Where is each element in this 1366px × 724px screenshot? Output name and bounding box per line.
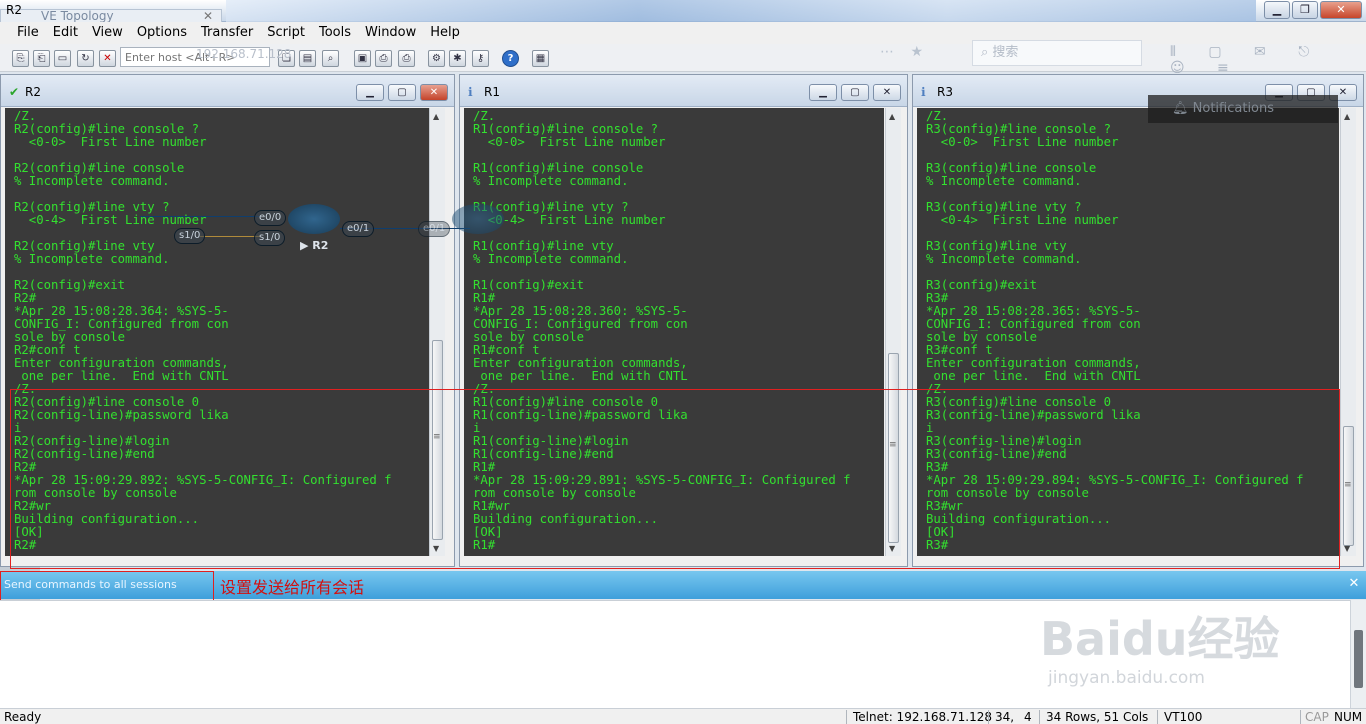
session-close-button[interactable]: ✕: [420, 84, 448, 101]
print-icon-2[interactable]: ⎙: [398, 50, 415, 67]
connect-icon[interactable]: ⎘: [12, 50, 29, 67]
menu-bar: File Edit View Options Transfer Script T…: [0, 22, 1366, 44]
menu-help[interactable]: Help: [423, 22, 467, 44]
ghost-router-icon: [452, 204, 504, 234]
ghost-port-label: e0/1: [342, 221, 375, 237]
menu-transfer[interactable]: Transfer: [194, 22, 260, 44]
close-button[interactable]: ✕: [1320, 1, 1362, 19]
ghost-browser-tools: ⫴ ▢ ✉ ⎋ ☺ ≡: [1170, 44, 1324, 76]
sftp-icon[interactable]: ▦: [532, 50, 549, 67]
status-separator: [1039, 710, 1040, 724]
session-title: R3: [937, 85, 953, 99]
status-size: 34 Rows, 51 Cols: [1046, 710, 1149, 724]
scroll-up-icon[interactable]: ▲: [433, 112, 439, 121]
session-minimize-button[interactable]: ▁: [356, 84, 384, 101]
menu-script[interactable]: Script: [260, 22, 312, 44]
scroll-up-icon[interactable]: ▲: [889, 112, 895, 121]
find-icon[interactable]: ⌕: [322, 50, 339, 67]
ghost-port-label: e0/0: [254, 210, 287, 226]
session-title: R1: [484, 85, 500, 99]
ghost-browser-header: [226, 0, 1256, 22]
global-options-icon[interactable]: ✱: [449, 50, 466, 67]
reconnect-icon[interactable]: ↻: [77, 50, 94, 67]
close-send-bar-icon[interactable]: ✕: [1346, 576, 1362, 592]
status-separator: [988, 710, 989, 724]
menu-tools[interactable]: Tools: [312, 22, 358, 44]
session-maximize-button[interactable]: ▢: [388, 84, 416, 101]
bell-icon: 🔔︎: [1172, 101, 1189, 116]
print-icon[interactable]: ⎙: [375, 50, 392, 67]
info-icon: ℹ: [921, 85, 926, 99]
window-controls: ▁ ❐ ✕: [1264, 1, 1362, 19]
disconnect-icon[interactable]: ✕: [99, 50, 116, 67]
ghost-link: [200, 236, 260, 237]
window-title: R2: [6, 3, 22, 17]
ghost-browser-tab: VE Topology: [0, 9, 222, 22]
ghost-router-icon: [288, 204, 340, 234]
status-cursor-col: 4: [1024, 710, 1032, 724]
status-emulation: VT100: [1164, 710, 1203, 724]
status-ready: Ready: [4, 710, 42, 724]
status-connection: Telnet: 192.168.71.128: [853, 710, 992, 724]
menu-edit[interactable]: Edit: [46, 22, 85, 44]
scroll-grip-icon: ≡: [1344, 480, 1352, 490]
scroll-down-icon[interactable]: ▼: [1344, 544, 1350, 553]
status-cursor-row: 34,: [995, 710, 1015, 724]
ghost-link: [140, 216, 260, 217]
send-input-scrollbar[interactable]: [1350, 600, 1366, 708]
highlight-box: [10, 389, 1340, 569]
ghost-port-label: s1/0: [254, 230, 286, 246]
ghost-search-label: 搜索: [992, 45, 1019, 60]
menu-file[interactable]: File: [10, 22, 46, 44]
ghost-port-label: e0/1: [418, 221, 451, 237]
print-setup-icon[interactable]: ▣: [354, 50, 371, 67]
info-icon: ℹ: [468, 85, 473, 99]
session-title: R2: [25, 85, 41, 99]
status-caps: CAP: [1305, 710, 1329, 724]
paste-icon[interactable]: ▤: [299, 50, 316, 67]
highlight-box-send: [0, 571, 214, 601]
status-separator: [1157, 710, 1158, 724]
help-icon[interactable]: ?: [502, 50, 519, 67]
minimize-button[interactable]: ▁: [1264, 1, 1290, 19]
ghost-browser-icons: ⋯ ★: [880, 44, 930, 60]
status-separator: [1300, 710, 1301, 724]
scroll-thumb[interactable]: [1354, 630, 1363, 688]
status-separator: [846, 710, 847, 724]
connected-check-icon: ✔: [9, 85, 20, 99]
ghost-port-label: s1/0: [174, 228, 206, 244]
status-num: NUM: [1334, 710, 1363, 724]
status-bar: Ready Telnet: 192.168.71.128 34, 4 34 Ro…: [0, 708, 1366, 724]
session-options-icon[interactable]: ⚙: [428, 50, 445, 67]
watermark-url: jingyan.baidu.com: [1048, 668, 1205, 688]
connect-tab-icon[interactable]: ▭: [54, 50, 71, 67]
key-map-icon[interactable]: ⚷: [472, 50, 489, 67]
ghost-router-label: ▶ R2: [300, 239, 329, 252]
session-minimize-button[interactable]: ▁: [809, 84, 837, 101]
maximize-button[interactable]: ❐: [1292, 1, 1318, 19]
ghost-notifications: 🔔︎ Notifications: [1148, 95, 1338, 123]
ghost-address: 192.168.71.128: [196, 47, 292, 61]
session-close-button[interactable]: ✕: [873, 84, 901, 101]
session-header: ✔ R2 ▁ ▢ ✕: [1, 75, 454, 107]
session-maximize-button[interactable]: ▢: [841, 84, 869, 101]
terminal-scrollbar[interactable]: ▲ ≡ ▼: [1340, 108, 1356, 556]
menu-options[interactable]: Options: [130, 22, 194, 44]
menu-window[interactable]: Window: [358, 22, 423, 44]
ghost-search-box: ⌕ 搜索: [972, 40, 1142, 66]
quick-connect-icon[interactable]: ⎗: [33, 50, 50, 67]
watermark-logo: Baidu经验: [1040, 612, 1280, 666]
title-bar: VE Topology ✕ R2 ▁ ❐ ✕: [0, 0, 1366, 23]
menu-view[interactable]: View: [85, 22, 130, 44]
scroll-up-icon[interactable]: ▲: [1344, 112, 1350, 121]
notifications-label: Notifications: [1192, 101, 1275, 116]
annotation-text: 设置发送给所有会话: [220, 578, 365, 597]
session-header: ℹ R1 ▁ ▢ ✕: [460, 75, 907, 107]
ghost-tab-close-icon: ✕: [203, 9, 214, 23]
